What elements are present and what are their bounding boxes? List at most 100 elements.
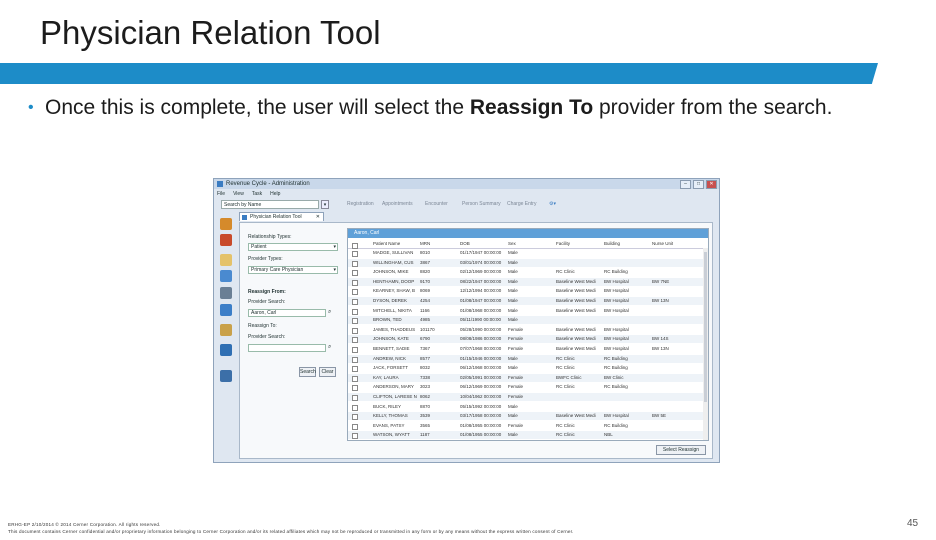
row-checkbox[interactable] bbox=[352, 395, 358, 401]
search-button[interactable]: Search bbox=[299, 367, 316, 377]
row-checkbox[interactable] bbox=[352, 327, 358, 334]
row-checkbox[interactable] bbox=[352, 356, 358, 363]
printer-icon[interactable] bbox=[220, 287, 232, 299]
clear-button[interactable]: Clear bbox=[319, 367, 336, 377]
tools-icon[interactable] bbox=[220, 324, 232, 336]
row-checkbox[interactable] bbox=[352, 308, 358, 315]
column-header[interactable]: MRN bbox=[420, 241, 430, 246]
table-cell: EVANS, PATSY bbox=[373, 422, 405, 428]
calendar-icon[interactable] bbox=[220, 234, 232, 246]
table-cell: 3867 bbox=[420, 259, 431, 265]
toolbar-options-icon[interactable]: ⚙▾ bbox=[549, 201, 556, 207]
scrollbar-thumb[interactable] bbox=[704, 252, 707, 402]
menu-task[interactable]: Task bbox=[252, 191, 262, 197]
application-window: Revenue Cycle - Administration – □ ✕ Fil… bbox=[213, 178, 720, 463]
table-row[interactable]: WATSON, WYATT 1187 01/08/1955 00:00:00 Male… bbox=[348, 431, 708, 440]
menu-help[interactable]: Help bbox=[270, 191, 280, 197]
maximize-button[interactable]: □ bbox=[693, 180, 704, 189]
column-header[interactable]: DOB bbox=[460, 241, 470, 246]
toolbar-person-summary[interactable]: Person Summary bbox=[462, 201, 501, 207]
table-row[interactable]: KELLY, THOMAS 3539 03/17/1958 00:00:00 Male… bbox=[348, 412, 708, 421]
reassign-to-input[interactable] bbox=[248, 344, 326, 352]
toolbar-encounter[interactable]: Encounter bbox=[425, 201, 448, 207]
column-header[interactable]: Building bbox=[604, 241, 620, 246]
search-icon[interactable]: ⌕ bbox=[328, 309, 331, 316]
minimize-button[interactable]: – bbox=[680, 180, 691, 189]
table-row[interactable]: MITCHELL, NIKITA 1166 01/08/1968 00:00:00 M… bbox=[348, 307, 708, 315]
row-checkbox[interactable] bbox=[352, 414, 358, 421]
row-checkbox[interactable] bbox=[352, 366, 358, 373]
document-icon[interactable] bbox=[220, 270, 232, 282]
organizer-icon[interactable] bbox=[220, 344, 232, 356]
provider-type-select[interactable]: Primary Care Physician bbox=[248, 266, 338, 274]
table-row[interactable]: KEARNEY, SHAW, B 8069 12/12/1994 00:00:00 M… bbox=[348, 287, 708, 296]
select-reassign-button[interactable]: Select Reassign bbox=[656, 445, 706, 455]
table-cell: 02/05/1991 00:00:00 bbox=[460, 374, 502, 380]
table-cell: JOHNSON, KATE bbox=[373, 336, 409, 342]
column-header[interactable]: Nurse Unit bbox=[652, 241, 673, 246]
table-row[interactable]: ANDREW, NICK 8577 01/15/1946 00:00:00 Male R… bbox=[348, 354, 708, 363]
search-to-icon[interactable]: ⌕ bbox=[328, 344, 331, 351]
column-header[interactable]: Patient Name bbox=[373, 241, 400, 246]
table-cell: WATSON, WYATT bbox=[373, 432, 410, 438]
row-checkbox[interactable] bbox=[352, 251, 358, 257]
table-row[interactable]: BROWN, TED 4985 05/11/1990 00:00:00 Male bbox=[348, 316, 708, 325]
row-checkbox[interactable] bbox=[352, 347, 358, 353]
row-checkbox[interactable] bbox=[352, 337, 358, 344]
toolbar-registration[interactable]: Registration bbox=[347, 201, 374, 207]
bullet-text-before: Once this is complete, the user will sel… bbox=[45, 96, 470, 119]
table-cell: 05/11/1990 00:00:00 bbox=[460, 317, 501, 323]
table-row[interactable]: BUCK, RILEY 8870 05/15/1992 00:00:00 Male bbox=[348, 403, 708, 411]
table-cell: MADGE, SULLIVAN bbox=[373, 250, 414, 255]
row-checkbox[interactable] bbox=[352, 289, 358, 296]
close-button[interactable]: ✕ bbox=[706, 180, 717, 189]
table-row[interactable]: KAY, LAURA 7338 02/05/1991 00:00:00 Female B… bbox=[348, 373, 708, 382]
table-row[interactable]: WILLINGHAM, CUS 3867 03/01/1974 00:00:00 Ma… bbox=[348, 258, 708, 267]
folder-icon[interactable] bbox=[220, 304, 232, 316]
search-input[interactable]: Search by Name bbox=[221, 200, 319, 209]
person-icon[interactable] bbox=[220, 218, 232, 230]
table-row[interactable]: EVANS, PATSY 3565 01/08/1955 00:00:00 Femal… bbox=[348, 422, 708, 430]
grid-scrollbar[interactable] bbox=[703, 248, 708, 440]
search-dropdown-button[interactable]: ▾ bbox=[321, 200, 329, 209]
menu-file[interactable]: File bbox=[217, 191, 225, 197]
row-checkbox[interactable] bbox=[352, 433, 358, 440]
table-row[interactable]: MADGE, SULLIVAN 8010 01/17/1947 00:00:00 Ma… bbox=[348, 249, 708, 257]
row-checkbox[interactable] bbox=[352, 385, 358, 392]
grid-icon[interactable] bbox=[220, 370, 232, 382]
table-cell: BW Hospital bbox=[604, 307, 629, 313]
toolbar-charge-entry[interactable]: Charge Entry bbox=[507, 201, 536, 207]
row-checkbox[interactable] bbox=[352, 375, 358, 382]
row-checkbox[interactable] bbox=[352, 299, 358, 305]
money-icon[interactable] bbox=[220, 254, 232, 266]
row-checkbox[interactable] bbox=[352, 260, 358, 267]
relationship-type-select[interactable]: Patient bbox=[248, 243, 338, 251]
row-checkbox[interactable] bbox=[352, 404, 358, 411]
table-row[interactable]: JACK, FORSETT 8032 06/12/1968 00:00:00 Male… bbox=[348, 364, 708, 373]
table-cell: JOHNSON, MIKE bbox=[373, 269, 409, 275]
table-row[interactable]: JOHNSON, KATE 6790 08/08/1986 00:00:00 Fema… bbox=[348, 335, 708, 344]
toolbar-appointments[interactable]: Appointments bbox=[382, 201, 413, 207]
row-checkbox[interactable] bbox=[352, 279, 358, 286]
table-row[interactable]: HENTHAMN, DOOP 9170 08/22/1947 00:00:00 Mal… bbox=[348, 277, 708, 286]
table-cell: Male bbox=[508, 413, 518, 419]
table-cell: Baseline West Medi bbox=[556, 336, 596, 342]
tab-close-icon[interactable]: ✕ bbox=[316, 213, 320, 222]
menu-view[interactable]: View bbox=[233, 191, 244, 197]
column-header[interactable]: Facility bbox=[556, 241, 570, 246]
window-title: Revenue Cycle - Administration bbox=[226, 181, 310, 187]
tab-physician-relation-tool[interactable]: Physician Relation Tool ✕ bbox=[239, 212, 324, 221]
table-row[interactable]: JOHNSON, MIKE 8820 02/12/1969 00:00:00 Male… bbox=[348, 268, 708, 277]
reassign-from-input[interactable]: Aaron, Carl bbox=[248, 309, 326, 317]
table-row[interactable]: JAMES, THADDEUS 101170 05/28/1990 00:00:00… bbox=[348, 326, 708, 334]
table-cell: BW Hospital bbox=[604, 298, 629, 303]
table-row[interactable]: DYSON, DEREK 4254 01/08/1947 00:00:00 Male B… bbox=[348, 297, 708, 305]
row-checkbox[interactable] bbox=[352, 423, 358, 430]
column-header[interactable]: Sex bbox=[508, 241, 516, 246]
row-checkbox[interactable] bbox=[352, 318, 358, 325]
table-row[interactable]: ANDERSON, MARY 3023 06/12/1969 00:00:00 Fem… bbox=[348, 383, 708, 392]
row-checkbox[interactable] bbox=[352, 270, 358, 277]
table-row[interactable]: CLIFTON, LARESE N 8062 10/04/1962 00:00:00… bbox=[348, 393, 708, 401]
bullet-dot-icon: • bbox=[28, 99, 34, 116]
table-row[interactable]: BENNETT, SADIE 7367 07/07/1968 00:00:00 Fem… bbox=[348, 345, 708, 353]
